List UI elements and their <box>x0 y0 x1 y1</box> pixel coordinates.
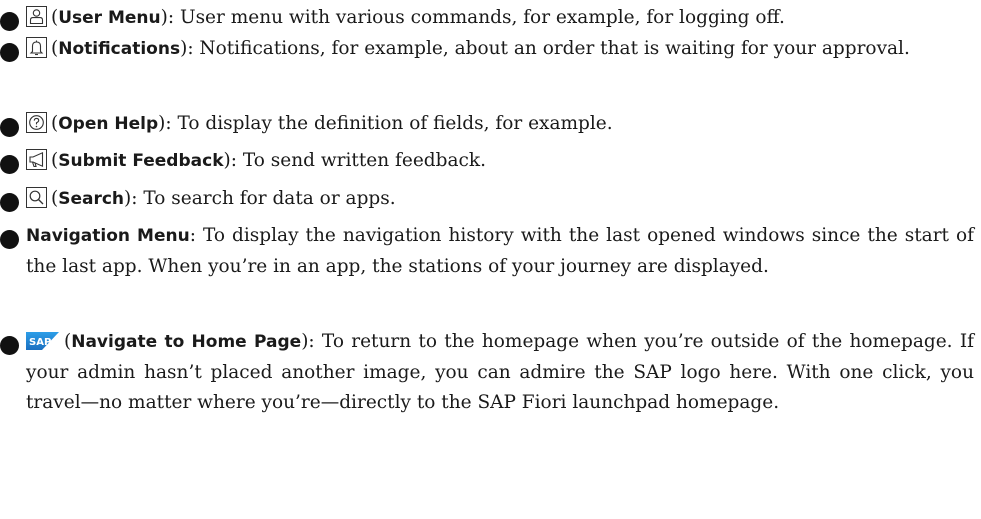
item-number: 5 <box>0 193 19 212</box>
item-name: Search <box>58 189 125 209</box>
item-number: 6 <box>0 230 19 249</box>
item-name: Navigate to Home Page <box>71 332 302 352</box>
item-name: Open Help <box>58 114 159 134</box>
item-name: Navigation Menu <box>26 226 190 246</box>
item-name: Submit Feedback <box>58 151 224 171</box>
paren-close: ) <box>223 150 231 171</box>
item-description: : To display the definition of fields, f… <box>165 113 613 134</box>
user-icon <box>26 6 47 27</box>
item-number: 3 <box>0 118 19 137</box>
item-description: : To send written feedback. <box>230 150 486 171</box>
paren-close: ) <box>160 7 168 28</box>
list-item-open-help: 3(Open Help): To display the definition … <box>0 109 974 140</box>
list-item-submit-feedback: 4(Submit Feedback): To send written feed… <box>0 146 974 177</box>
megaphone-icon <box>26 149 47 170</box>
item-name: Notifications <box>58 39 181 59</box>
item-description: : User menu with various commands, for e… <box>167 7 785 28</box>
item-number: 1 <box>0 12 19 31</box>
page: 1(User Menu): User menu with various com… <box>0 0 981 519</box>
list-item-notifications: 2(Notifications): Notifications, for exa… <box>0 34 974 65</box>
item-number: 2 <box>0 43 19 62</box>
help-icon <box>26 112 47 133</box>
list-item-navigate-home: 7SAP(Navigate to Home Page): To return t… <box>0 327 974 419</box>
list-item-search: 5(Search): To search for data or apps. <box>0 184 974 215</box>
list-item-navigation-menu: 6Navigation Menu: To display the navigat… <box>0 221 974 282</box>
item-name: User Menu <box>58 8 161 28</box>
search-icon <box>26 187 47 208</box>
list-item-user-menu: 1(User Menu): User menu with various com… <box>0 3 974 34</box>
item-description: : To search for data or apps. <box>131 188 396 209</box>
item-description: : Notifications, for example, about an o… <box>187 38 910 59</box>
item-number: 7 <box>0 336 19 355</box>
sap-logo-icon: SAP <box>26 332 59 350</box>
sap-logo-text: SAP <box>29 337 51 348</box>
item-number: 4 <box>0 155 19 174</box>
bell-icon <box>26 37 47 58</box>
